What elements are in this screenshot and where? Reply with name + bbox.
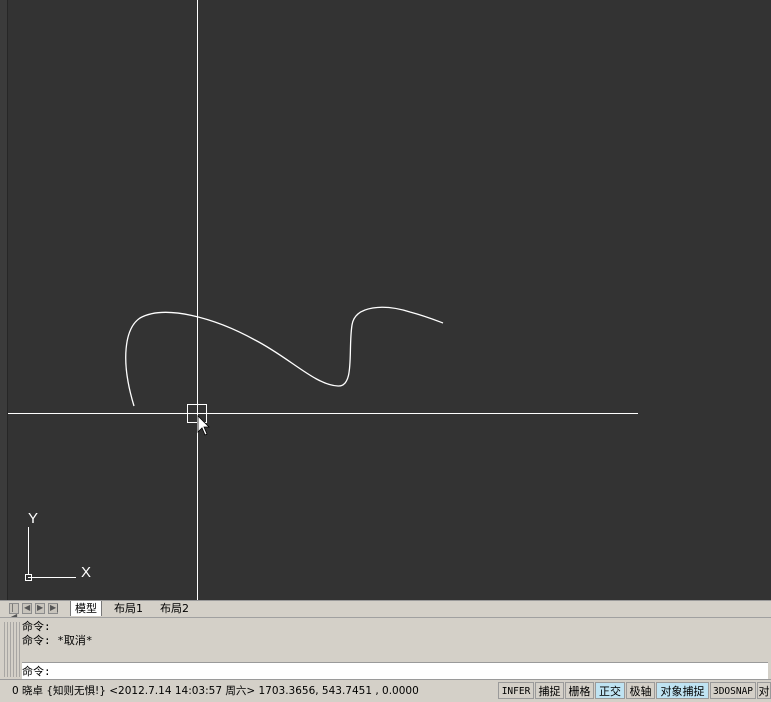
command-window-grip[interactable]	[4, 622, 20, 677]
command-history: 命令: 命令: *取消*	[22, 620, 768, 661]
command-window: 命令: 命令: *取消* 命令:	[0, 617, 771, 680]
tab-model[interactable]: 模型	[70, 601, 102, 616]
otrack-toggle[interactable]: 对	[757, 682, 771, 699]
ucs-x-label: X	[81, 564, 91, 581]
last-tab-button[interactable]: ▶|	[48, 603, 59, 614]
grid-toggle[interactable]: 栅格	[565, 682, 594, 699]
command-history-line: 命令:	[22, 620, 51, 633]
mouse-pointer-icon	[197, 415, 210, 436]
ortho-toggle[interactable]: 正交	[595, 682, 625, 699]
prev-icon: ◀	[24, 603, 31, 612]
command-history-line: 命令: *取消*	[22, 634, 93, 647]
osnap-toggle[interactable]: 对象捕捉	[656, 682, 709, 699]
first-tab-button[interactable]: |◀	[9, 603, 19, 621]
cad-window: Y X |◀ ◀ ▶ ▶| 模型 布局1 布局2 命令: 命令: *取消* 命令…	[0, 0, 771, 702]
status-readout: 0 晓卓 {知则无惧!} <2012.7.14 14:03:57 周六> 170…	[12, 685, 419, 697]
infer-toggle[interactable]: INFER	[498, 682, 534, 699]
tab-layout1[interactable]: 布局1	[110, 601, 147, 616]
snap-toggle[interactable]: 捕捉	[535, 682, 564, 699]
last-icon: ▶|	[50, 603, 59, 612]
drawing-canvas[interactable]: Y X	[0, 0, 771, 600]
next-tab-button[interactable]: ▶	[35, 603, 45, 614]
3dosnap-toggle[interactable]: 3DOSNAP	[710, 682, 756, 699]
polar-toggle[interactable]: 极轴	[626, 682, 655, 699]
ucs-y-label: Y	[28, 510, 38, 527]
command-input[interactable]: 命令:	[22, 662, 768, 680]
prev-tab-button[interactable]: ◀	[22, 603, 32, 614]
layout-tab-bar: |◀ ◀ ▶ ▶| 模型 布局1 布局2	[0, 600, 771, 621]
next-icon: ▶	[37, 603, 44, 612]
tab-layout2[interactable]: 布局2	[156, 601, 193, 616]
ucs-icon: Y X	[25, 510, 91, 581]
spline-curve[interactable]	[125, 306, 444, 407]
command-prompt: 命令:	[22, 665, 51, 678]
drawing-svg: Y X	[8, 0, 638, 600]
status-bar: 0 晓卓 {知则无惧!} <2012.7.14 14:03:57 周六> 170…	[0, 679, 771, 702]
